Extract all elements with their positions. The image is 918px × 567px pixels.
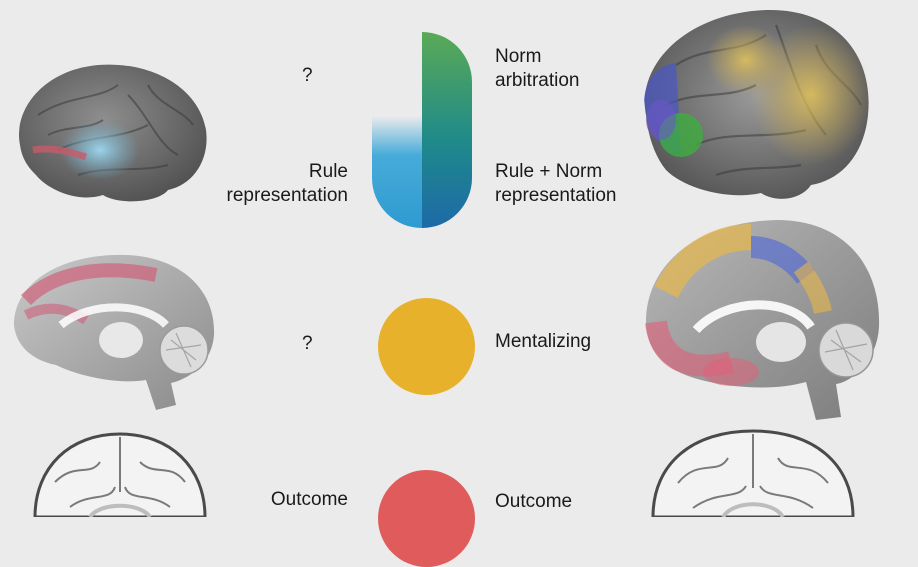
row1-right-rule-norm-representation: Rule + Norm representation [495, 161, 617, 206]
row3-right-outcome: Outcome [495, 491, 573, 512]
row2-right-mentalizing: Mentalizing [495, 331, 592, 352]
row1-left-rule-representation: Rule representation [226, 161, 348, 206]
left-axial-brain [30, 432, 210, 517]
outcome-circle [378, 470, 475, 567]
right-medial-brain [641, 212, 886, 422]
right-axial-brain [648, 428, 858, 517]
mentalizing-circle [378, 298, 475, 395]
row3-left-outcome: Outcome [270, 489, 348, 510]
row1-left-question: ? [302, 65, 313, 86]
left-medial-brain [6, 245, 221, 415]
row2-left-question: ? [302, 333, 313, 354]
right-lateral-brain [636, 5, 876, 205]
left-lateral-brain [8, 55, 213, 205]
row1-right-norm-arbitration: Norm arbitration [495, 46, 580, 91]
split-pill-symbol [370, 32, 475, 228]
